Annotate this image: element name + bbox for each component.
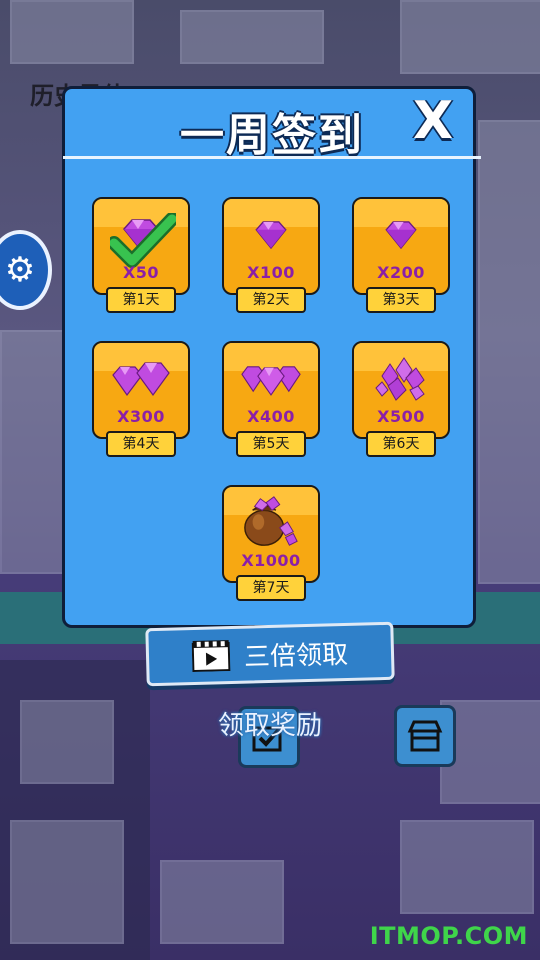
gem-pile-icon bbox=[371, 357, 431, 401]
day-label: 第1天 bbox=[106, 287, 176, 313]
reward-amount: X1000 bbox=[241, 551, 301, 570]
reward-card-day-1[interactable]: X50 bbox=[92, 197, 190, 295]
triple-claim-label: 三倍领取 bbox=[243, 639, 349, 673]
gem-pair-icon bbox=[111, 357, 171, 401]
weekly-checkin-dialog: 一周签到 X X50 第1天 X100 第2天 X200 第3天 X300 第4… bbox=[62, 86, 481, 628]
settings-gear-icon[interactable]: ⚙ bbox=[0, 230, 52, 310]
video-icon bbox=[191, 640, 231, 673]
reward-amount: X200 bbox=[377, 263, 425, 282]
reward-card-day-7[interactable]: X1000 bbox=[222, 485, 320, 583]
shop-icon[interactable] bbox=[394, 705, 456, 767]
reward-card-day-2[interactable]: X100 bbox=[222, 197, 320, 295]
reward-card-day-5[interactable]: X400 bbox=[222, 341, 320, 439]
gem-bag-icon bbox=[241, 495, 301, 547]
day-label: 第2天 bbox=[236, 287, 306, 313]
reward-amount: X300 bbox=[117, 407, 165, 426]
triple-claim-button[interactable]: 三倍领取 bbox=[145, 621, 395, 687]
reward-amount: X100 bbox=[247, 263, 295, 282]
reward-card-day-6[interactable]: X500 bbox=[352, 341, 450, 439]
claim-reward-button[interactable]: 领取奖励 bbox=[205, 705, 335, 742]
close-button[interactable]: X bbox=[409, 93, 457, 149]
reward-amount: X400 bbox=[247, 407, 295, 426]
watermark-text: ITMOP.COM bbox=[369, 922, 528, 950]
reward-amount: X500 bbox=[377, 407, 425, 426]
claimed-check-icon bbox=[110, 213, 176, 268]
title-divider bbox=[63, 156, 481, 159]
gem-single-icon bbox=[241, 213, 301, 257]
gem-triple-icon bbox=[241, 357, 301, 401]
day-label: 第4天 bbox=[106, 431, 176, 457]
day-label: 第3天 bbox=[366, 287, 436, 313]
reward-card-day-4[interactable]: X300 bbox=[92, 341, 190, 439]
day-label: 第5天 bbox=[236, 431, 306, 457]
reward-card-day-3[interactable]: X200 bbox=[352, 197, 450, 295]
reward-amount: X50 bbox=[122, 263, 160, 282]
day-label: 第6天 bbox=[366, 431, 436, 457]
gem-single-icon bbox=[371, 213, 431, 257]
day-label: 第7天 bbox=[236, 575, 306, 601]
